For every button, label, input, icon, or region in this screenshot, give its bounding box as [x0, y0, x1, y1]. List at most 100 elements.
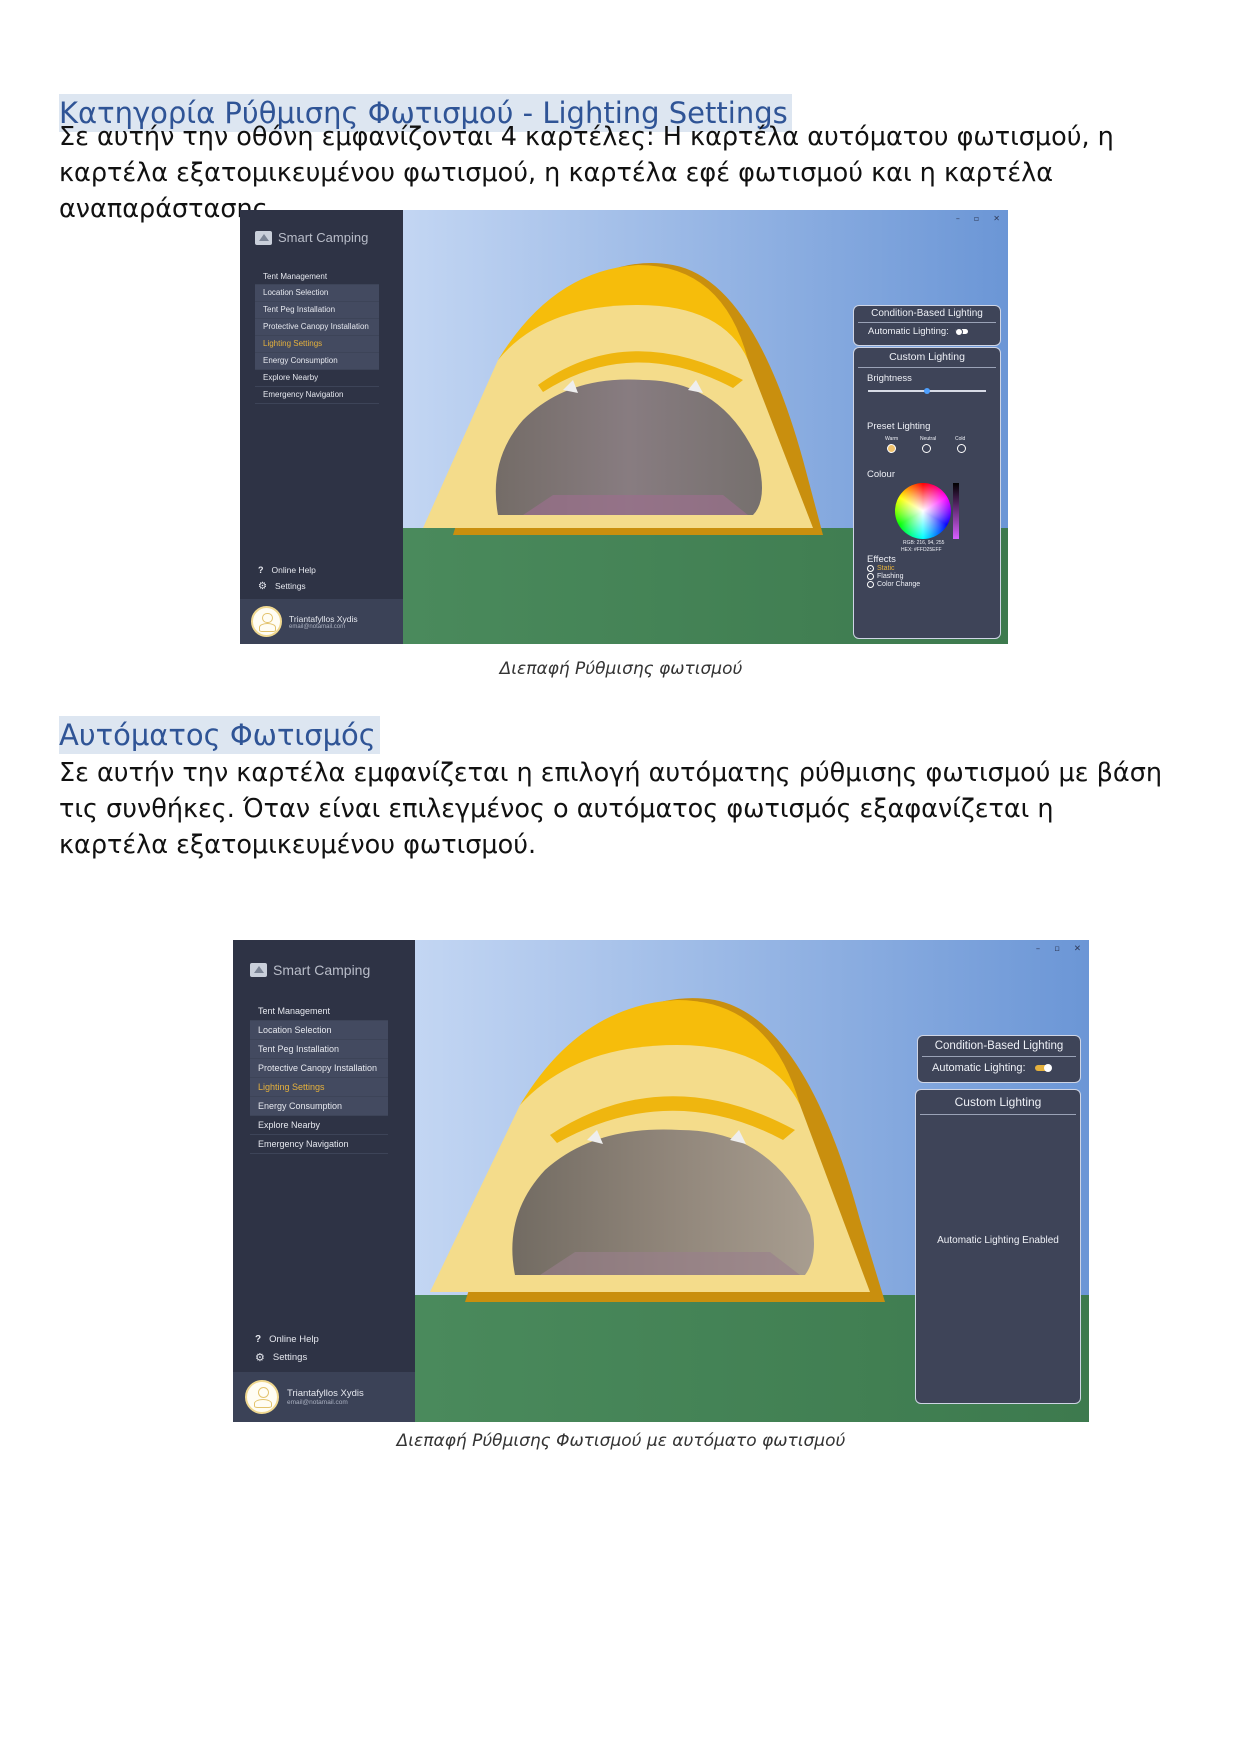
online-help-label: Online Help: [271, 565, 316, 575]
gear-icon: ⚙: [255, 1351, 265, 1364]
effect-static[interactable]: Static: [867, 565, 895, 572]
effect-static-radio[interactable]: [867, 565, 874, 572]
sidebar-item-explore-nearby[interactable]: Explore Nearby: [250, 1116, 388, 1135]
user-bar[interactable]: Triantafyllos Xydis email@notamail.com: [240, 599, 403, 644]
auto-lighting-toggle[interactable]: [1034, 1064, 1052, 1073]
sidebar-item-energy-consumption[interactable]: Energy Consumption: [250, 1097, 388, 1116]
effect-color-change-radio[interactable]: [867, 581, 874, 588]
sidebar-item-explore-nearby[interactable]: Explore Nearby: [255, 370, 379, 387]
sidebar: Smart Camping Tent Management Location S…: [233, 940, 415, 1422]
settings-link[interactable]: ⚙ Settings: [258, 578, 316, 594]
avatar: [251, 606, 282, 637]
figure-caption-2: Διεπαφή Ρύθμισης Φωτισμού με αυτόματο φω…: [396, 1431, 846, 1451]
sidebar-item-tent-management[interactable]: Tent Management: [255, 269, 379, 285]
brand: Smart Camping: [250, 962, 370, 978]
avatar: [245, 1380, 279, 1414]
hex-readout: HEX: #FFD25EFF: [901, 547, 942, 553]
gear-icon: ⚙: [258, 580, 267, 592]
section-heading-automatic-lighting: Αυτόματος Φωτισμός: [59, 716, 380, 754]
settings-link[interactable]: ⚙ Settings: [255, 1348, 319, 1366]
maximize-icon[interactable]: ▫: [974, 214, 979, 223]
sidebar-item-emergency-navigation[interactable]: Emergency Navigation: [255, 387, 379, 404]
sidebar-menu: Tent Management Location Selection Tent …: [250, 1003, 388, 1154]
custom-lighting-card: Custom Lighting Brightness Preset Lighti…: [853, 347, 1001, 639]
screenshot-lighting-interface: Smart Camping Tent Management Location S…: [240, 210, 1008, 644]
effects-label: Effects: [867, 554, 896, 565]
close-icon[interactable]: ✕: [993, 214, 1000, 223]
condition-lighting-card: Condition-Based Lighting Automatic Light…: [853, 305, 1001, 346]
user-name: Triantafyllos Xydis: [289, 613, 358, 624]
preset-cold-radio[interactable]: [957, 444, 966, 453]
sidebar-item-location-selection[interactable]: Location Selection: [255, 285, 379, 302]
online-help-label: Online Help: [269, 1333, 319, 1345]
effect-flashing[interactable]: Flashing: [867, 573, 903, 580]
close-icon[interactable]: ✕: [1074, 944, 1081, 954]
preset-warm-radio[interactable]: [887, 444, 896, 453]
sidebar-submenu: Location Selection Tent Peg Installation…: [255, 285, 379, 370]
maximize-icon[interactable]: ▫: [1054, 944, 1060, 954]
minimize-icon[interactable]: –: [956, 214, 960, 223]
sidebar-item-protective-canopy[interactable]: Protective Canopy Installation: [250, 1059, 388, 1078]
sidebar-item-location-selection[interactable]: Location Selection: [250, 1021, 388, 1040]
preset-cold-label: Cold: [955, 436, 966, 442]
custom-lighting-title: Custom Lighting: [920, 1090, 1076, 1115]
custom-lighting-card: Custom Lighting Automatic Lighting Enabl…: [915, 1089, 1081, 1404]
rgb-readout: RGB: 216, 94, 255: [903, 540, 945, 546]
condition-lighting-title: Condition-Based Lighting: [858, 306, 996, 323]
online-help-link[interactable]: ? Online Help: [258, 562, 316, 578]
settings-label: Settings: [272, 1351, 308, 1363]
auto-lighting-row: Automatic Lighting:: [854, 323, 1000, 341]
sidebar-item-lighting-settings[interactable]: Lighting Settings: [250, 1078, 388, 1097]
condition-lighting-title: Condition-Based Lighting: [922, 1036, 1076, 1057]
window-controls: – ▫ ✕: [956, 214, 1000, 223]
custom-lighting-title: Custom Lighting: [858, 348, 996, 368]
tent-scene: – ▫ ✕ Condition-Based Lighting Automatic…: [403, 210, 1008, 644]
sidebar-item-emergency-navigation[interactable]: Emergency Navigation: [250, 1135, 388, 1154]
tent-scene: – ▫ ✕ Condition-Based Lighting Automatic…: [415, 940, 1089, 1422]
sidebar-item-lighting-settings[interactable]: Lighting Settings: [255, 336, 379, 353]
preset-lighting-label: Preset Lighting: [867, 421, 931, 432]
brand: Smart Camping: [255, 230, 368, 245]
user-name: Triantafyllos Xydis: [287, 1388, 364, 1399]
settings-label: Settings: [274, 581, 306, 591]
condition-lighting-card: Condition-Based Lighting Automatic Light…: [917, 1035, 1081, 1083]
window-controls: – ▫ ✕: [1036, 944, 1081, 954]
bottom-links: ? Online Help ⚙ Settings: [255, 1330, 319, 1366]
user-email: email@notamail.com: [287, 1399, 348, 1406]
sidebar-submenu: Location Selection Tent Peg Installation…: [250, 1021, 388, 1116]
effect-color-change[interactable]: Color Change: [867, 581, 920, 588]
figure-caption-1: Διεπαφή Ρύθμισης φωτισμού: [499, 659, 743, 679]
preset-neutral-radio[interactable]: [922, 444, 931, 453]
user-email: email@notamail.com: [289, 623, 346, 630]
colour-label: Colour: [867, 469, 895, 480]
question-icon: ?: [258, 565, 264, 575]
sidebar-item-energy-consumption[interactable]: Energy Consumption: [255, 353, 379, 370]
camping-logo-icon: [250, 963, 267, 977]
brightness-slider-thumb[interactable]: [924, 388, 930, 394]
brightness-label: Brightness: [867, 373, 912, 384]
brand-name: Smart Camping: [278, 230, 369, 245]
effect-flashing-radio[interactable]: [867, 573, 874, 580]
screenshot-automatic-lighting: Smart Camping Tent Management Location S…: [233, 940, 1089, 1422]
sidebar-item-protective-canopy[interactable]: Protective Canopy Installation: [255, 319, 379, 336]
colour-wheel[interactable]: [895, 483, 951, 539]
sidebar-item-tent-peg-installation[interactable]: Tent Peg Installation: [255, 302, 379, 319]
sidebar: Smart Camping Tent Management Location S…: [240, 210, 403, 644]
effect-color-change-label: Color Change: [877, 581, 921, 588]
sidebar-item-tent-management[interactable]: Tent Management: [250, 1003, 388, 1021]
auto-lighting-row: Automatic Lighting:: [918, 1057, 1080, 1079]
auto-lighting-label: Automatic Lighting:: [932, 1062, 1026, 1074]
online-help-link[interactable]: ? Online Help: [255, 1330, 319, 1348]
auto-lighting-toggle[interactable]: [955, 327, 969, 336]
minimize-icon[interactable]: –: [1036, 944, 1040, 954]
camping-logo-icon: [255, 230, 272, 245]
user-bar[interactable]: Triantafyllos Xydis email@notamail.com: [233, 1372, 415, 1422]
effect-flashing-label: Flashing: [877, 573, 904, 580]
effect-static-label: Static: [877, 565, 895, 572]
question-icon: ?: [255, 1333, 262, 1345]
sidebar-item-tent-peg-installation[interactable]: Tent Peg Installation: [250, 1040, 388, 1059]
colour-value-slider[interactable]: [953, 483, 959, 539]
preset-warm-label: Warm: [885, 436, 899, 442]
bottom-links: ? Online Help ⚙ Settings: [258, 562, 316, 594]
auto-lighting-label: Automatic Lighting:: [868, 326, 949, 337]
